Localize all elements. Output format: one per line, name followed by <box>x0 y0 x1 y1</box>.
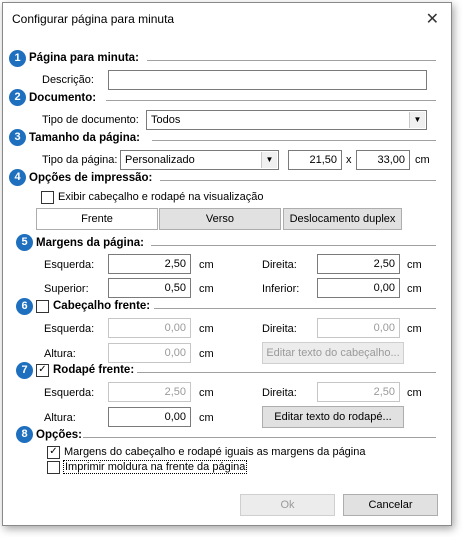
rodape-altura-input[interactable]: 0,00 <box>108 407 191 427</box>
section-number-badge: 7 <box>16 362 33 379</box>
section-divider <box>151 245 436 247</box>
checkmark-icon: ✓ <box>49 446 58 457</box>
tipo-documento-select[interactable]: Todos ▼ <box>146 110 427 130</box>
tipo-documento-value: Todos <box>151 114 181 126</box>
exibir-cabecalho-label: Exibir cabeçalho e rodapé na visualizaçã… <box>58 191 264 203</box>
rodape-altura-label: Altura: <box>44 412 76 424</box>
unit-label: cm <box>415 154 430 166</box>
margem-direita-label: Direita: <box>262 259 297 271</box>
rodape-direita-label: Direita: <box>262 387 297 399</box>
section-divider <box>137 372 436 374</box>
section-divider <box>106 100 436 102</box>
margem-inferior-input[interactable]: 0,00 <box>317 278 400 298</box>
page-width-input[interactable]: 21,50 <box>288 150 342 170</box>
section-divider <box>154 308 436 310</box>
cabecalho-frente-checkbox[interactable] <box>36 300 49 313</box>
unit-label: cm <box>199 323 214 335</box>
section-title-opcoes: Opções: <box>36 429 83 441</box>
margens-iguais-checkbox[interactable]: ✓ <box>47 446 60 459</box>
margem-esquerda-label: Esquerda: <box>44 259 95 271</box>
cabecalho-altura-label: Altura: <box>44 348 76 360</box>
exibir-cabecalho-checkbox[interactable] <box>41 191 54 204</box>
margens-iguais-label: Margens do cabeçalho e rodapé iguais as … <box>64 446 366 458</box>
rodape-direita-input[interactable]: 2,50 <box>317 382 400 402</box>
chevron-down-icon[interactable]: ▼ <box>409 112 425 128</box>
section-number-badge: 5 <box>16 234 33 251</box>
unit-label: cm <box>407 323 422 335</box>
unit-label: cm <box>199 283 214 295</box>
rodape-frente-checkbox[interactable]: ✓ <box>36 364 49 377</box>
section-number-badge: 4 <box>9 169 26 186</box>
cabecalho-direita-input[interactable]: 0,00 <box>317 318 400 338</box>
unit-label: cm <box>199 412 214 424</box>
margem-superior-input[interactable]: 0,50 <box>108 278 191 298</box>
window-title: Configurar página para minuta <box>12 12 175 26</box>
section-number-badge: 8 <box>16 426 33 443</box>
section-title-margens: Margens da página: <box>36 237 144 249</box>
section-title-rodape: Rodapé frente: <box>53 364 135 376</box>
section-number-badge: 2 <box>9 89 26 106</box>
cabecalho-altura-input[interactable]: 0,00 <box>108 343 191 363</box>
chevron-down-icon[interactable]: ▼ <box>261 152 277 168</box>
section-divider <box>152 140 436 142</box>
unit-label: cm <box>199 387 214 399</box>
imprimir-moldura-label: Imprimir moldura na frente da página <box>63 460 248 474</box>
rodape-esquerda-label: Esquerda: <box>44 387 95 399</box>
section-number-badge: 3 <box>9 129 26 146</box>
editar-cabecalho-button[interactable]: Editar texto do cabeçalho... <box>262 342 404 364</box>
tab-deslocamento-duplex[interactable]: Deslocamento duplex <box>283 208 402 230</box>
section-title-opcoes-impressao: Opções de impressão: <box>29 172 153 184</box>
unit-label: cm <box>407 283 422 295</box>
unit-label: cm <box>199 259 214 271</box>
tipo-pagina-select[interactable]: Personalizado ▼ <box>120 150 279 170</box>
section-divider <box>83 437 436 439</box>
section-title-tamanho: Tamanho da página: <box>29 132 140 144</box>
tipo-documento-label: Tipo de documento: <box>42 114 139 126</box>
tab-frente[interactable]: Frente <box>36 208 158 230</box>
section-divider <box>147 60 436 62</box>
cabecalho-esquerda-input[interactable]: 0,00 <box>108 318 191 338</box>
imprimir-moldura-checkbox[interactable] <box>47 461 60 474</box>
tab-verso[interactable]: Verso <box>159 208 281 230</box>
section-title-cabecalho: Cabeçalho frente: <box>53 300 151 312</box>
ok-button[interactable]: Ok <box>240 494 335 516</box>
configurar-pagina-dialog: Configurar página para minuta ✕ 1 Página… <box>2 2 452 526</box>
descricao-label: Descrição: <box>42 74 94 86</box>
cabecalho-direita-label: Direita: <box>262 323 297 335</box>
unit-label: cm <box>199 348 214 360</box>
margem-esquerda-input[interactable]: 2,50 <box>108 254 191 274</box>
close-icon[interactable]: ✕ <box>426 9 439 29</box>
editar-rodape-button[interactable]: Editar texto do rodapé... <box>262 406 404 428</box>
tipo-pagina-label: Tipo da página: <box>42 154 118 166</box>
cancel-button[interactable]: Cancelar <box>343 494 438 516</box>
section-title-pagina-minuta: Página para minuta: <box>29 52 139 64</box>
margem-inferior-label: Inferior: <box>262 283 300 295</box>
section-number-badge: 1 <box>9 50 26 67</box>
section-title-documento: Documento: <box>29 92 97 104</box>
section-divider <box>160 180 436 182</box>
section-number-badge: 6 <box>16 298 33 315</box>
cabecalho-esquerda-label: Esquerda: <box>44 323 95 335</box>
unit-label: cm <box>407 259 422 271</box>
tipo-pagina-value: Personalizado <box>125 154 195 166</box>
margem-superior-label: Superior: <box>44 283 89 295</box>
descricao-input[interactable] <box>108 70 427 90</box>
times-label: x <box>346 154 352 166</box>
page-height-input[interactable]: 33,00 <box>356 150 410 170</box>
checkmark-icon: ✓ <box>38 364 47 375</box>
rodape-esquerda-input[interactable]: 2,50 <box>108 382 191 402</box>
unit-label: cm <box>407 387 422 399</box>
margem-direita-input[interactable]: 2,50 <box>317 254 400 274</box>
title-bar: Configurar página para minuta ✕ <box>3 3 451 35</box>
